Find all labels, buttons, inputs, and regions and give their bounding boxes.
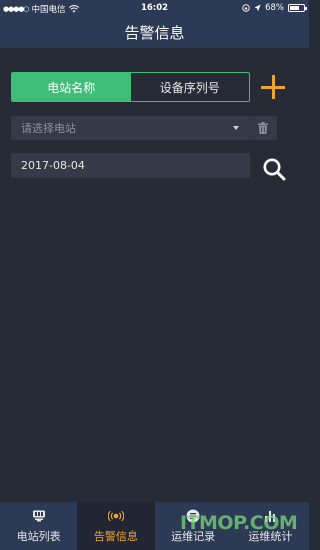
trash-icon bbox=[258, 122, 268, 134]
status-bar: ●●●●○ 中国电信 16:02 68% bbox=[0, 0, 309, 16]
rotation-lock-icon bbox=[242, 4, 250, 12]
search-icon[interactable] bbox=[262, 157, 286, 181]
station-list-icon bbox=[31, 508, 47, 524]
alarm-icon bbox=[107, 508, 124, 524]
add-button[interactable] bbox=[260, 74, 286, 100]
tab-station-list[interactable]: 电站列表 bbox=[0, 502, 77, 550]
status-right: 68% bbox=[242, 3, 307, 13]
page-title: 告警信息 bbox=[124, 23, 185, 42]
battery-percent: 68% bbox=[265, 3, 284, 13]
clear-button[interactable] bbox=[249, 116, 277, 140]
location-icon bbox=[254, 4, 261, 12]
tab-label: 告警信息 bbox=[93, 530, 138, 543]
chevron-down-icon bbox=[233, 126, 239, 130]
date-field[interactable]: 2017-08-04 bbox=[11, 153, 250, 178]
station-select[interactable]: 请选择电站 bbox=[11, 116, 249, 140]
tab-label: 电站列表 bbox=[16, 530, 61, 543]
nav-bar: 告警信息 bbox=[0, 16, 309, 48]
tab-device-serial[interactable]: 设备序列号 bbox=[131, 73, 250, 101]
date-value: 2017-08-04 bbox=[21, 159, 85, 172]
search-mode-segmented-control: 电站名称 设备序列号 bbox=[11, 72, 250, 102]
station-select-placeholder: 请选择电站 bbox=[21, 122, 76, 135]
tab-station-name[interactable]: 电站名称 bbox=[12, 73, 131, 101]
battery-icon bbox=[288, 4, 307, 12]
watermark: ITMOP.COM bbox=[180, 512, 298, 534]
battery-level bbox=[290, 6, 299, 10]
tab-alarm-info[interactable]: 告警信息 bbox=[77, 502, 155, 550]
